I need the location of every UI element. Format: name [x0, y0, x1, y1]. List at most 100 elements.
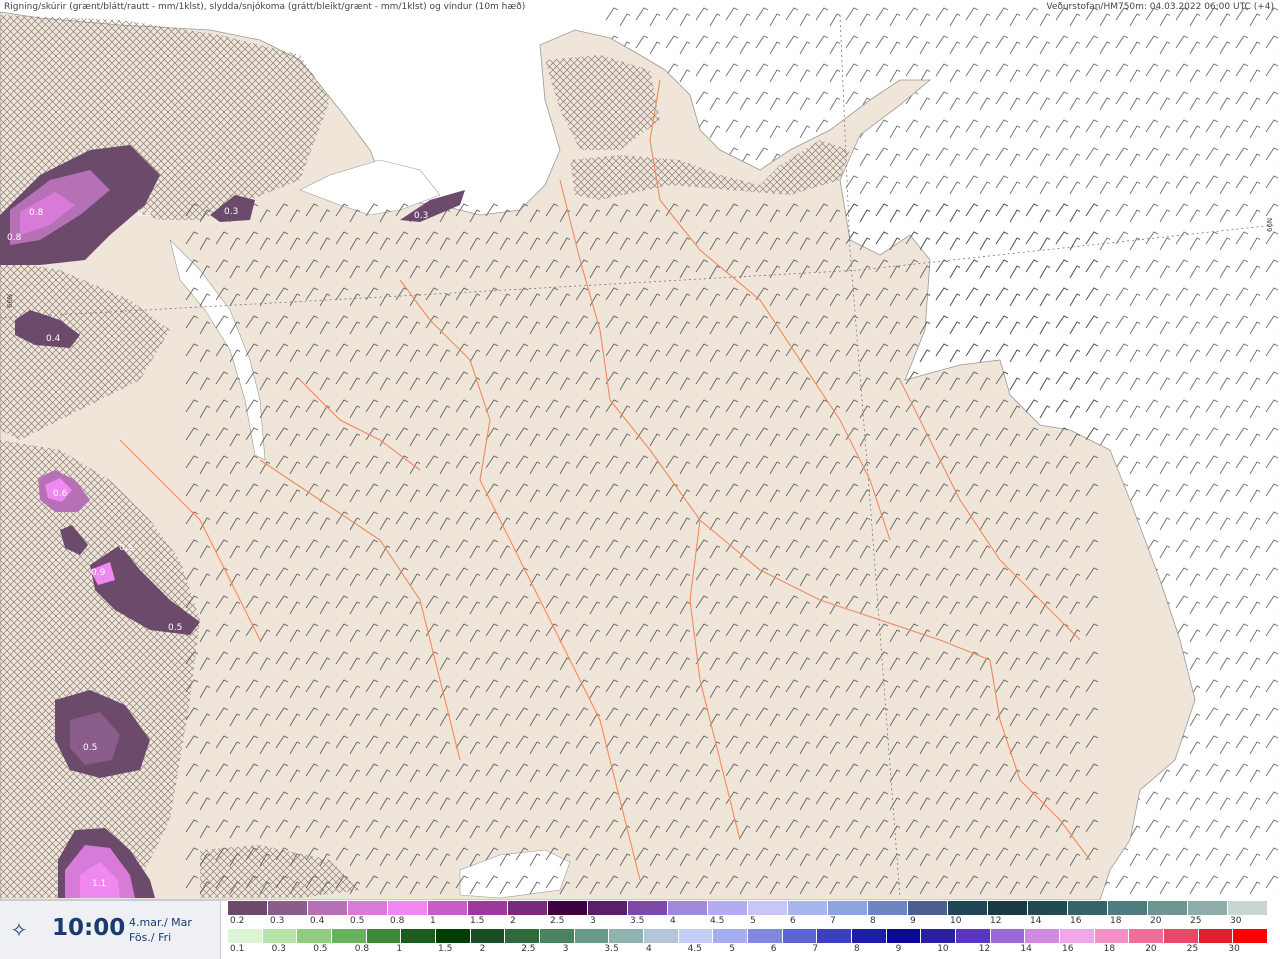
legend-swatch: [948, 901, 988, 915]
latitude-label-right: 66N: [1266, 218, 1274, 232]
legend-swatch: [668, 901, 708, 915]
legend-swatch: [1028, 901, 1068, 915]
legend-label: 12: [978, 944, 991, 954]
land-wind-barbs: [180, 200, 1100, 900]
legend-label: 14: [1020, 944, 1032, 954]
precip-label: 0.3: [224, 207, 238, 217]
legend-swatch: [268, 901, 308, 915]
legend-label: 2.5: [550, 916, 565, 926]
legend-label: 14: [1030, 916, 1042, 926]
legend-swatch: [401, 929, 436, 943]
legend-swatch: [436, 929, 471, 943]
legend-label: 10: [950, 916, 962, 926]
model-run-info: Veðurstofan/HM750m: 04.03.2022 06:00 UTC…: [1046, 2, 1274, 12]
legend-label: 0.8: [354, 944, 370, 954]
legend-label: 25: [1190, 916, 1202, 926]
legend-label: 8: [870, 916, 876, 926]
legend-label: 4.5: [710, 916, 725, 926]
legend-swatch: [1233, 929, 1268, 943]
legend-swatch: [428, 901, 468, 915]
map-title: Rigning/skúrir (grænt/blátt/rautt - mm/1…: [4, 2, 526, 12]
legend-swatch: [297, 929, 332, 943]
legend-label: 20: [1145, 944, 1157, 954]
legend-swatch: [1129, 929, 1164, 943]
time-value: 10:00: [52, 915, 126, 941]
date-line-2: Fös./ Fri: [129, 931, 172, 944]
legend-label: 16: [1062, 944, 1074, 954]
legend-swatch: [988, 901, 1028, 915]
precip-label: 0.4: [46, 334, 61, 344]
legend-swatch: [1228, 901, 1268, 915]
rain-scale: [228, 929, 1280, 943]
legend-swatch: [817, 929, 852, 943]
legend-swatch: [366, 929, 402, 943]
legend-label: 18: [1103, 944, 1116, 954]
precip-label: 0.5: [83, 743, 97, 753]
legend-swatch: [628, 901, 668, 915]
legend-swatch: [852, 929, 887, 943]
legend-label: 3.5: [630, 916, 645, 926]
legend-swatch: [748, 929, 783, 943]
legend-swatch: [332, 929, 367, 943]
legend-label: 20: [1150, 916, 1162, 926]
precip-label: 0.3: [137, 209, 151, 219]
precip-label: 0.5: [119, 543, 133, 553]
legend-swatch: [990, 929, 1026, 943]
legend-label: 0.5: [350, 916, 365, 926]
legend-swatch: [644, 929, 679, 943]
snow-scale: [228, 901, 1280, 915]
legend-swatch: [228, 901, 268, 915]
date-line-1: 4.mar./ Mar: [129, 916, 192, 929]
legend-swatch: [908, 901, 948, 915]
legend-swatch: [828, 901, 868, 915]
legend-swatch: [470, 929, 506, 943]
legend-swatch: [713, 929, 748, 943]
legend-label: 9: [910, 916, 916, 926]
legend-swatch: [540, 929, 575, 943]
legend-swatch: [308, 901, 348, 915]
legend-label: 3: [562, 944, 569, 954]
legend-label: 7: [830, 916, 836, 926]
legend-label: 9: [895, 944, 902, 954]
precip-label: 0.8: [29, 208, 44, 218]
legend-swatch: [588, 901, 628, 915]
legend-label: 0.2: [230, 916, 245, 926]
legend-swatch: [505, 929, 540, 943]
legend-swatch: [262, 929, 298, 943]
legend-label: 0.3: [271, 944, 286, 954]
weather-map: 66N 66N 0.8 0.8 0.3 0.3 0.3 0.4 0.6 0.5 …: [0, 0, 1280, 958]
legend-swatch: [956, 929, 991, 943]
legend-label: 8: [854, 944, 860, 954]
legend-label: 7: [812, 944, 819, 954]
precip-label: 0.6: [53, 489, 68, 499]
legend-swatch: [1188, 901, 1228, 915]
legend-swatch: [1108, 901, 1148, 915]
legend-swatch: [574, 929, 610, 943]
legend-swatch: [508, 901, 548, 915]
legend-swatch: [748, 901, 788, 915]
time-box: ✧ 10:00 4.mar./ Mar Fös./ Fri: [0, 900, 221, 959]
legend-swatch: [228, 929, 263, 943]
legend-swatch: [921, 929, 956, 943]
legend-label: 0.3: [270, 916, 285, 926]
compass-star-icon: ✧: [10, 918, 28, 942]
legend-swatch: [1094, 929, 1130, 943]
precip-label: 0.8: [7, 233, 22, 243]
color-legend: 0.2 0.3 0.4 0.5 0.8 1 1.5 2 2.5 3 3.5 4 4.5 5 6 7 8 9 10 12…: [228, 900, 1280, 958]
legend-label: 25: [1186, 944, 1199, 954]
legend-swatch: [886, 929, 922, 943]
legend-swatch: [609, 929, 644, 943]
legend-swatch: [678, 929, 714, 943]
precip-label: 0.9: [91, 568, 106, 578]
legend-swatch: [1060, 929, 1095, 943]
legend-label: 1: [396, 944, 403, 954]
legend-swatch: [1025, 929, 1060, 943]
legend-label: 0.8: [390, 916, 405, 926]
legend-label: 10: [937, 944, 949, 954]
latitude-label-left: 66N: [6, 294, 14, 308]
legend-swatch: [468, 901, 508, 915]
legend-swatch: [788, 901, 828, 915]
legend-swatch: [1164, 929, 1199, 943]
legend-label: 5: [750, 916, 756, 926]
legend-label: 1: [430, 916, 436, 926]
